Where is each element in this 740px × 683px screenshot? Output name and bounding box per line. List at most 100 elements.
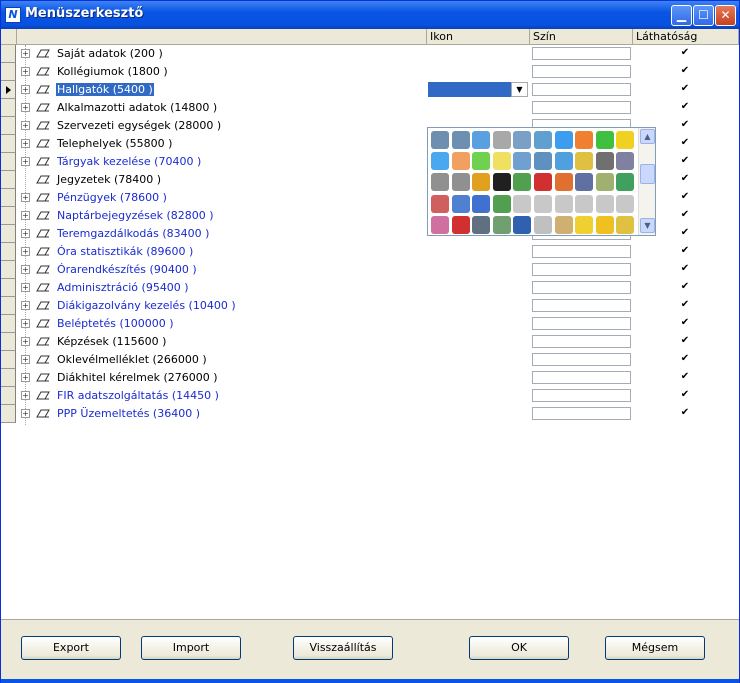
row-selector[interactable]	[1, 315, 16, 333]
hierarchy-icon[interactable]	[575, 152, 594, 171]
expand-icon[interactable]: +	[21, 121, 30, 130]
export-button[interactable]: Export	[21, 636, 121, 660]
table-row[interactable]: + Oklevélmelléklet (266000 ) ✔	[1, 351, 739, 369]
grin-icon[interactable]	[595, 215, 614, 234]
bomb-icon[interactable]	[492, 173, 511, 192]
row-selector[interactable]	[1, 63, 16, 81]
visibility-checkbox[interactable]: ✔	[680, 120, 690, 130]
fast-forward-icon[interactable]	[534, 194, 552, 213]
icon-picker-scrollbar[interactable]: ▲ ▼	[638, 128, 655, 235]
expand-icon[interactable]: +	[21, 373, 30, 382]
expand-icon[interactable]: +	[21, 247, 30, 256]
visibility-checkbox[interactable]: ✔	[680, 336, 690, 346]
row-selector[interactable]	[1, 351, 16, 369]
tools-icon[interactable]	[451, 131, 470, 149]
visibility-checkbox[interactable]: ✔	[680, 84, 690, 94]
sad-icon[interactable]	[616, 215, 635, 234]
row-selector[interactable]	[1, 387, 16, 405]
visibility-checkbox[interactable]: ✔	[680, 192, 690, 202]
play-back-icon[interactable]	[513, 194, 532, 213]
row-selector[interactable]	[1, 279, 16, 297]
paperclip-icon[interactable]	[451, 173, 470, 192]
expand-icon[interactable]: +	[21, 157, 30, 166]
step-back-icon[interactable]	[595, 194, 614, 213]
table-row[interactable]: + Adminisztráció (95400 ) ✔	[1, 279, 739, 297]
row-selector[interactable]	[1, 81, 16, 99]
row-selector[interactable]	[1, 135, 16, 153]
play-icon[interactable]	[554, 194, 573, 213]
visibility-checkbox[interactable]: ✔	[680, 354, 690, 364]
table-row[interactable]: + Diákhitel kérelmek (276000 ) ✔	[1, 369, 739, 387]
table-row[interactable]: + PPP Üzemeltetés (36400 ) ✔	[1, 405, 739, 423]
rewind-icon[interactable]	[575, 194, 594, 213]
row-selector[interactable]	[1, 333, 16, 351]
gear-icon[interactable]	[472, 131, 491, 149]
visibility-checkbox[interactable]: ✔	[680, 102, 690, 112]
expand-icon[interactable]: +	[21, 229, 30, 238]
table-row[interactable]: + Kollégiumok (1800 ) ✔	[1, 63, 739, 81]
visibility-checkbox[interactable]: ✔	[680, 318, 690, 328]
book-icon[interactable]	[513, 173, 532, 192]
color-field[interactable]	[532, 83, 631, 96]
row-selector[interactable]	[1, 153, 16, 171]
car-icon[interactable]	[595, 173, 614, 192]
list-icon[interactable]	[616, 152, 635, 171]
color-field[interactable]	[532, 353, 631, 366]
color-field[interactable]	[532, 389, 631, 402]
minus-orange-icon[interactable]	[451, 152, 470, 171]
expand-icon[interactable]: +	[21, 193, 30, 202]
table-row[interactable]: + Óra statisztikák (89600 ) ✔	[1, 243, 739, 261]
visibility-checkbox[interactable]: ✔	[680, 138, 690, 148]
paperclip-icon[interactable]	[431, 173, 449, 192]
scroll-thumb[interactable]	[640, 164, 655, 184]
visibility-checkbox[interactable]: ✔	[680, 174, 690, 184]
expand-icon[interactable]: +	[21, 301, 30, 310]
printer-icon[interactable]	[534, 131, 552, 149]
scissors-icon[interactable]	[472, 215, 491, 234]
floppy-icon[interactable]	[513, 215, 532, 234]
visibility-checkbox[interactable]: ✔	[680, 300, 690, 310]
close-button[interactable]: ✕	[715, 5, 736, 26]
import-button[interactable]: Import	[141, 636, 241, 660]
row-selector[interactable]	[1, 99, 16, 117]
color-field[interactable]	[532, 245, 631, 258]
expand-icon[interactable]: +	[21, 103, 30, 112]
pie-chart-icon[interactable]	[431, 194, 449, 213]
visibility-checkbox[interactable]: ✔	[680, 66, 690, 76]
row-selector[interactable]	[1, 117, 16, 135]
table-row[interactable]: + Képzések (115600 ) ✔	[1, 333, 739, 351]
expand-icon[interactable]: +	[21, 49, 30, 58]
visibility-checkbox[interactable]: ✔	[680, 372, 690, 382]
gear-icon[interactable]	[492, 131, 511, 149]
minimize-button[interactable]: ▁	[671, 5, 692, 26]
expand-icon[interactable]: +	[21, 265, 30, 274]
open-envelope-icon[interactable]	[554, 215, 573, 234]
printer-icon[interactable]	[513, 131, 532, 149]
color-field[interactable]	[532, 263, 631, 276]
speech-bubble-icon[interactable]	[472, 194, 491, 213]
minus-blue-icon[interactable]	[431, 152, 449, 171]
scroll-down-icon[interactable]: ▼	[640, 218, 655, 233]
chevron-down-icon[interactable]: ▼	[511, 82, 528, 97]
minus-green-icon[interactable]	[472, 152, 491, 171]
envelope-icon[interactable]	[534, 215, 552, 234]
pushpin-icon[interactable]	[492, 194, 511, 213]
color-field[interactable]	[532, 65, 631, 78]
color-field[interactable]	[532, 371, 631, 384]
color-field[interactable]	[532, 47, 631, 60]
color-field[interactable]	[532, 281, 631, 294]
visibility-checkbox[interactable]: ✔	[680, 156, 690, 166]
visibility-checkbox[interactable]: ✔	[680, 48, 690, 58]
expand-icon[interactable]: +	[21, 391, 30, 400]
org-chart-icon[interactable]	[616, 173, 635, 192]
row-selector[interactable]	[1, 261, 16, 279]
color-field[interactable]	[532, 317, 631, 330]
visibility-checkbox[interactable]: ✔	[680, 282, 690, 292]
plus-green-icon[interactable]	[595, 131, 614, 149]
table-row[interactable]: + Hallgatók (5400 ) ▼ ✔	[1, 81, 739, 99]
list-add-icon[interactable]	[513, 152, 532, 171]
maximize-button[interactable]: ☐	[693, 5, 714, 26]
row-selector[interactable]	[1, 171, 16, 189]
title-bar[interactable]: N Menüszerkesztő ▁ ☐ ✕	[1, 1, 739, 29]
cancel-button[interactable]: Mégsem	[605, 636, 705, 660]
